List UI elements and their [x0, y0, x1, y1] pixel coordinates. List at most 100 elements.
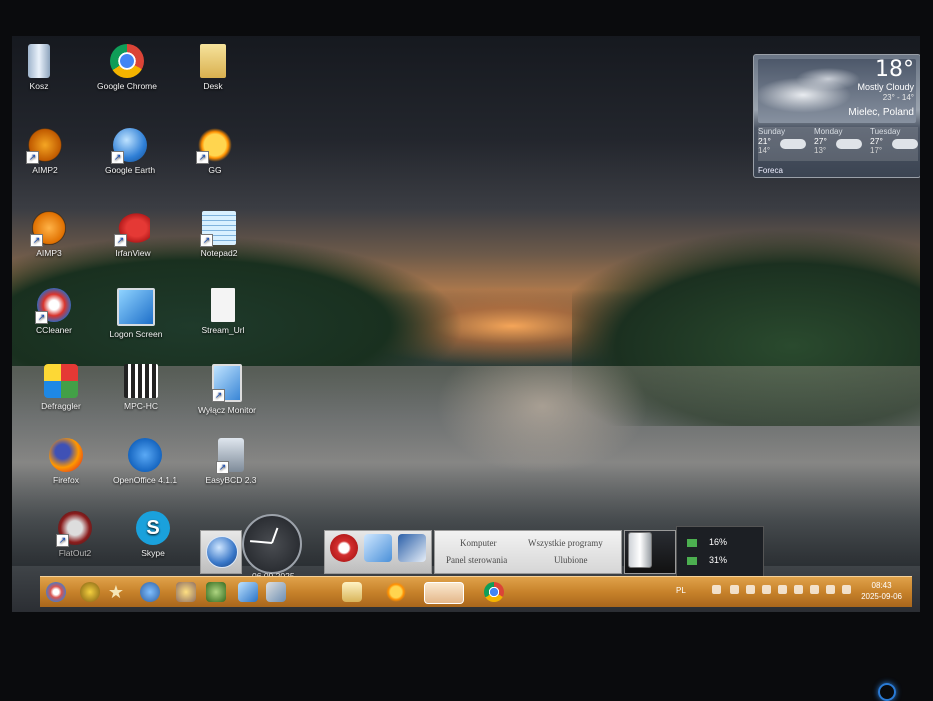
desktop-icon-firefox[interactable]: Firefox	[21, 438, 111, 485]
cpu-usage-value: 16%	[709, 537, 728, 547]
aimp-icon: ↗	[30, 211, 66, 247]
desktop-icon-ccleaner[interactable]: ↗ CCleaner	[12, 288, 99, 335]
shortcut-arrow-icon: ↗	[30, 234, 43, 247]
usb-tray-icon[interactable]	[794, 585, 803, 594]
flag-tray-icon[interactable]	[842, 585, 851, 594]
desktop-icon-aimp2[interactable]: ↗ AIMP2	[12, 128, 90, 175]
display-tray-icon[interactable]	[762, 585, 771, 594]
taskbar-clock[interactable]: 08:43 2025-09-06	[861, 580, 902, 602]
shortcut-arrow-icon: ↗	[216, 461, 229, 474]
notepad-icon: ↗	[200, 211, 236, 247]
shortcut-arrow-icon: ↗	[56, 534, 69, 547]
recycle-bin-icon[interactable]	[628, 532, 652, 568]
desktop-icon-desk[interactable]: Desk	[168, 44, 258, 91]
ram-usage-value: 31%	[709, 555, 728, 565]
star-icon[interactable]: ★	[106, 582, 126, 602]
forecast-day-name: Tuesday	[870, 127, 901, 136]
easybcd-icon: ↗	[216, 438, 244, 474]
wallpaper-reflection	[392, 366, 692, 506]
desktop[interactable]: Kosz ↗ AIMP2 ↗ AIMP3 ↗ CCleaner Defraggl…	[12, 36, 920, 612]
network-tray-icon[interactable]	[712, 585, 721, 594]
start-orb-button[interactable]	[206, 536, 238, 568]
desktop-icon-aimp3[interactable]: ↗ AIMP3	[12, 211, 94, 258]
desktop-icon-openoffice[interactable]: OpenOffice 4.1.1	[100, 438, 190, 485]
opera-icon[interactable]	[330, 534, 358, 562]
menu-favorites[interactable]: Ulubione	[554, 555, 588, 565]
desktop-icon-label: Skype	[141, 548, 165, 558]
clock-minute-hand	[249, 540, 273, 544]
start-button[interactable]	[46, 582, 66, 602]
ram-usage-bar	[687, 557, 697, 565]
forecast-day: Monday 27° 13°	[814, 127, 866, 161]
gg-taskbar-icon[interactable]	[386, 582, 406, 602]
desktop-show-icon[interactable]	[238, 582, 258, 602]
desktop-icon-defraggler[interactable]: Defraggler	[16, 364, 106, 411]
wifi-tray-icon[interactable]	[810, 585, 819, 594]
desktop-icon-wylacz-monitor[interactable]: ↗ Wyłącz Monitor	[182, 364, 272, 415]
desktop-icon-flatout2[interactable]: ↗ FlatOut2	[30, 511, 120, 558]
window-switch-icon[interactable]	[266, 582, 286, 602]
shield-icon[interactable]	[398, 534, 426, 562]
forecast-day: Tuesday 27° 17°	[870, 127, 920, 161]
openoffice-icon	[128, 438, 162, 472]
desktop-icon-label: AIMP2	[32, 165, 58, 175]
desktop-icon-label: EasyBCD 2.3	[205, 475, 257, 485]
desktop-icon-irfanview[interactable]: ↗ IrfanView	[88, 211, 178, 258]
desktop-icon-label: MPC-HC	[124, 401, 158, 411]
explorer-folder-icon[interactable]	[342, 582, 362, 602]
desktop-icon-gg[interactable]: ↗ GG	[170, 128, 260, 175]
desktop-icon-kosz[interactable]: Kosz	[12, 44, 84, 91]
mpc-hc-icon	[124, 364, 158, 398]
weather-condition: Mostly Cloudy	[857, 82, 914, 92]
desktop-icon-skype[interactable]: S Skype	[108, 511, 198, 558]
desktop-icon-label: Google Chrome	[96, 81, 157, 91]
desktop-icon-google-earth[interactable]: ↗ Google Earth	[85, 128, 175, 175]
globe-icon[interactable]	[140, 582, 160, 602]
firefox-icon	[49, 438, 83, 472]
shortcut-arrow-icon: ↗	[35, 311, 48, 324]
menu-control-panel[interactable]: Panel sterowania	[446, 555, 507, 565]
desktop-icon-easybcd[interactable]: ↗ EasyBCD 2.3	[186, 438, 276, 485]
monitor-icon: ↗	[212, 364, 242, 402]
desktop-icon-notepad2[interactable]: ↗ Notepad2	[174, 211, 264, 258]
weather-range: 23° - 14°	[882, 93, 914, 102]
ccleaner-icon: ↗	[35, 288, 71, 324]
chrome-taskbar-icon[interactable]	[484, 582, 504, 602]
clock-hour-hand	[271, 527, 279, 544]
desktop-icon-label: FlatOut2	[58, 548, 92, 558]
window-icon[interactable]	[364, 534, 392, 562]
start-panel: 06.09.2025 Komputer Wszystkie programy P…	[200, 514, 764, 581]
desktop-icon-mpc-hc[interactable]: MPC-HC	[96, 364, 186, 411]
security-tray-icon[interactable]	[778, 585, 787, 594]
flatout-icon: ↗	[56, 511, 92, 547]
forecast-day-name: Monday	[814, 127, 843, 136]
bluetooth-tray-icon[interactable]	[746, 585, 755, 594]
start-menu-links	[434, 530, 622, 574]
desktop-icon-stream-url[interactable]: Stream_Url	[178, 288, 268, 335]
desktop-icon-label: Stream_Url	[201, 325, 245, 335]
analog-clock[interactable]	[242, 514, 302, 574]
taskbar: ★ PL 08:43 2025-09-06	[40, 576, 912, 607]
google-earth-icon: ↗	[111, 128, 147, 164]
recycle-bin-icon	[28, 44, 50, 78]
aimp-icon: ↗	[26, 128, 62, 164]
weather-gadget[interactable]: 18° Mostly Cloudy 23° - 14° Mielec, Pola…	[753, 54, 920, 178]
desktop-icon-label: Wyłącz Monitor	[197, 405, 257, 415]
desktop-icon-label: Notepad2	[200, 248, 238, 258]
desktop-icon-google-chrome[interactable]: Google Chrome	[82, 44, 172, 91]
battery-tray-icon[interactable]	[730, 585, 739, 594]
people-icon[interactable]	[206, 582, 226, 602]
active-app-button[interactable]	[424, 582, 464, 604]
compass-icon[interactable]	[80, 582, 100, 602]
network-icon[interactable]	[176, 582, 196, 602]
folder-icon	[200, 44, 226, 78]
forecast-day: Sunday 21° 14°	[758, 127, 810, 161]
menu-computer[interactable]: Komputer	[460, 538, 497, 548]
desktop-icon-logon-screen[interactable]: Logon Screen	[91, 288, 181, 339]
language-indicator[interactable]: PL	[676, 586, 686, 595]
menu-all-programs[interactable]: Wszystkie programy	[528, 538, 603, 548]
desktop-icon-label: Logon Screen	[109, 329, 163, 339]
volume-tray-icon[interactable]	[826, 585, 835, 594]
desktop-icon-label: AIMP3	[36, 248, 62, 258]
desktop-icon-label: Google Earth	[104, 165, 156, 175]
